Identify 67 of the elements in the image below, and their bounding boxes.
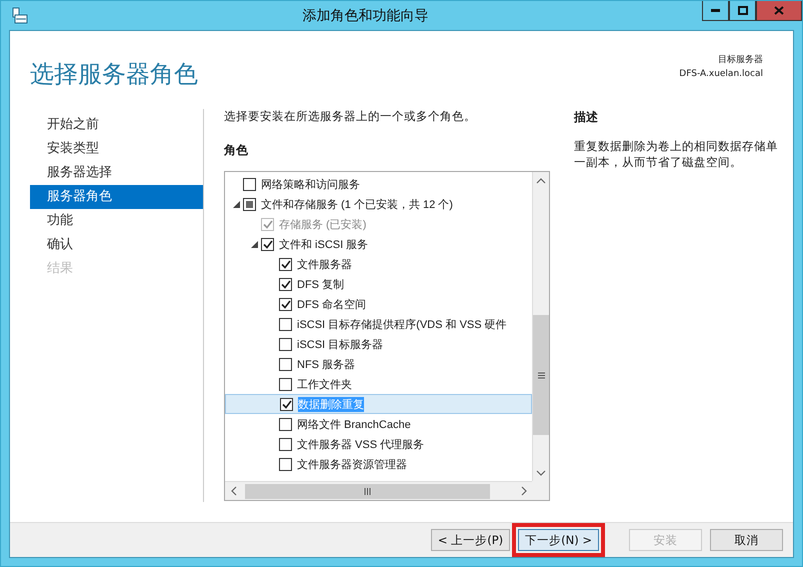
role-label[interactable]: 文件和 iSCSI 服务 (279, 236, 368, 252)
role-label[interactable]: 文件服务器 (297, 256, 352, 272)
description-text: 重复数据删除为卷上的相同数据存储单一副本，从而节省了磁盘空间。 (574, 138, 779, 170)
checkbox[interactable] (279, 258, 292, 270)
checkbox[interactable] (280, 398, 293, 410)
checkbox[interactable] (279, 298, 292, 310)
collapse-icon[interactable] (232, 200, 240, 208)
roles-heading: 角色 (224, 142, 249, 159)
scroll-left-icon[interactable] (230, 486, 238, 496)
role-label[interactable]: DFS 命名空间 (297, 296, 366, 312)
checkmark-icon (280, 280, 290, 288)
checkbox[interactable] (279, 418, 292, 430)
wizard-step[interactable]: 服务器选择 (30, 161, 203, 185)
checkbox[interactable] (279, 378, 292, 390)
checkbox[interactable] (279, 458, 292, 470)
app-icon (11, 6, 29, 24)
checkbox[interactable] (279, 438, 292, 450)
wizard-step[interactable]: 服务器角色 (30, 185, 203, 209)
minimize-icon (711, 9, 720, 12)
checkmark-icon (262, 220, 272, 228)
wizard-step[interactable]: 开始之前 (30, 113, 203, 137)
maximize-icon (738, 6, 748, 15)
checkbox[interactable] (261, 238, 274, 250)
checkbox[interactable] (243, 178, 256, 190)
page-title: 选择服务器角色 (30, 59, 198, 90)
scroll-up-icon[interactable] (536, 176, 546, 184)
checkmark-icon (280, 300, 290, 308)
wizard-step[interactable]: 确认 (30, 233, 203, 257)
close-button[interactable] (756, 1, 802, 21)
scroll-right-icon[interactable] (520, 486, 528, 496)
role-label[interactable]: DFS 复制 (297, 276, 344, 292)
scroll-down-icon[interactable] (536, 468, 546, 476)
minimize-button[interactable] (702, 1, 729, 21)
close-icon (774, 6, 784, 15)
grip-icon (538, 372, 544, 378)
collapse-icon[interactable] (250, 240, 258, 248)
role-label[interactable]: 工作文件夹 (297, 376, 352, 392)
scrollbar-thumb[interactable] (533, 315, 549, 435)
checkbox[interactable] (279, 358, 292, 370)
role-label[interactable]: 网络策略和访问服务 (261, 176, 360, 192)
checkbox[interactable] (279, 338, 292, 350)
checkbox[interactable] (279, 318, 292, 330)
wizard-button[interactable]: < 上一步(P) (430, 529, 510, 551)
grip-icon (364, 488, 371, 494)
window-title: 添加角色和功能向导 (302, 6, 430, 24)
checkmark-icon (262, 240, 272, 248)
maximize-button[interactable] (729, 1, 756, 21)
wizard-step[interactable]: 功能 (30, 209, 203, 233)
role-label[interactable]: NFS 服务器 (297, 356, 356, 372)
description-heading: 描述 (574, 109, 599, 126)
role-label[interactable]: iSCSI 目标服务器 (297, 336, 384, 352)
role-label[interactable]: iSCSI 目标存储提供程序(VDS 和 VSS 硬件 (297, 316, 507, 332)
instruction-text: 选择要安装在所选服务器上的一个或多个角色。 (224, 109, 477, 124)
role-label[interactable]: 文件和存储服务 (1 个已安装，共 12 个) (261, 196, 453, 212)
wizard-step[interactable]: 安装类型 (30, 137, 203, 161)
partial-square-icon (246, 200, 253, 208)
checkmark-icon (282, 400, 292, 408)
target-server-label: 目标服务器 (718, 54, 763, 67)
checkbox[interactable] (279, 278, 292, 290)
scrollbar-thumb[interactable] (245, 484, 490, 498)
role-label[interactable]: 文件服务器 VSS 代理服务 (297, 436, 424, 452)
target-server-name: DFS-A.xuelan.local (679, 68, 763, 81)
wizard-button[interactable]: 取消 (710, 529, 783, 551)
role-label[interactable]: 文件服务器资源管理器 (297, 456, 407, 472)
role-label[interactable]: 网络文件 BranchCache (297, 416, 411, 432)
checkmark-icon (280, 260, 290, 268)
checkbox[interactable] (243, 198, 256, 210)
